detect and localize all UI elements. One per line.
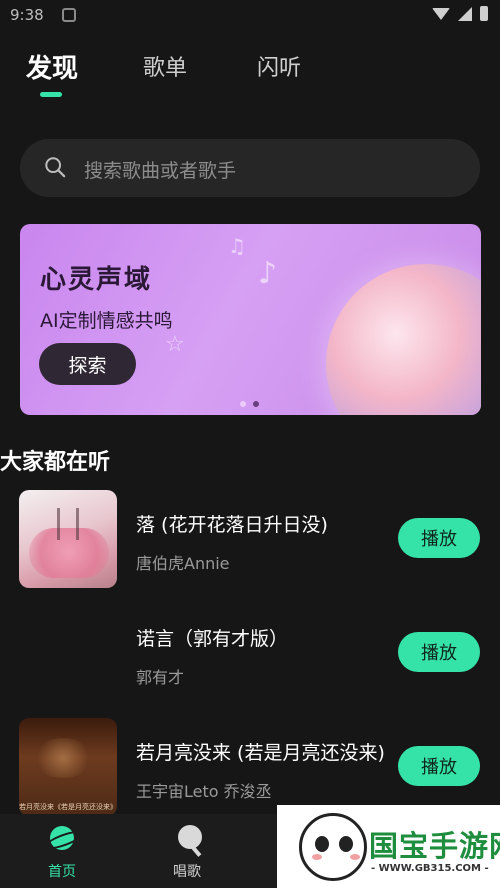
tab-discover[interactable]: 发现 bbox=[26, 48, 78, 85]
play-button[interactable]: 播放 bbox=[398, 746, 480, 786]
music-note-icon: ♫ bbox=[228, 234, 246, 258]
search-input[interactable]: 搜索歌曲或者歌手 bbox=[84, 156, 236, 183]
song-artist: 郭有才 bbox=[136, 668, 185, 687]
nav-label: 首页 bbox=[48, 864, 76, 880]
play-button[interactable]: 播放 bbox=[398, 518, 480, 558]
planet-illustration bbox=[326, 264, 481, 415]
status-bar: 9:38 bbox=[0, 0, 500, 34]
song-row[interactable]: 诺言（郭有才版） 郭有才 播放 bbox=[0, 604, 500, 704]
explore-button[interactable]: 探索 bbox=[39, 343, 136, 385]
music-note-icon: ♪ bbox=[258, 256, 278, 291]
banner-title: 心灵声域 bbox=[40, 265, 153, 295]
song-row[interactable]: 若月亮没来《若是月亮还没来》 若月亮没来 (若是月亮还没来) 王宇宙Leto 乔… bbox=[0, 718, 500, 818]
carousel-dot-active[interactable] bbox=[253, 401, 259, 407]
microphone-icon bbox=[178, 825, 202, 849]
search-bar[interactable]: 搜索歌曲或者歌手 bbox=[20, 139, 480, 197]
song-artist: 唐伯虎Annie bbox=[136, 554, 230, 573]
tab-flash-listen[interactable]: 闪听 bbox=[257, 50, 301, 82]
play-button[interactable]: 播放 bbox=[398, 632, 480, 672]
star-icon: ☆ bbox=[165, 332, 185, 357]
nav-item-sing[interactable]: 唱歌 bbox=[142, 814, 232, 888]
top-tabs: 发现 歌单 闪听 bbox=[0, 48, 500, 108]
notification-icon bbox=[62, 8, 76, 22]
song-cover bbox=[19, 490, 117, 588]
song-title: 诺言（郭有才版） bbox=[136, 628, 289, 650]
watermark: 国宝手游网 - WWW.GB315.COM - bbox=[277, 805, 500, 888]
song-title: 落 (花开花落日升日没) bbox=[136, 514, 328, 536]
search-icon bbox=[45, 157, 66, 178]
panda-logo bbox=[299, 813, 367, 881]
signal-icon bbox=[458, 6, 472, 21]
section-title: 大家都在听 bbox=[0, 450, 111, 475]
song-title: 若月亮没来 (若是月亮还没来) bbox=[136, 742, 385, 764]
song-row[interactable]: 落 (花开花落日升日没) 唐伯虎Annie 播放 bbox=[0, 490, 500, 590]
status-icons bbox=[432, 6, 488, 21]
planet-icon bbox=[50, 826, 74, 850]
nav-item-home[interactable]: 首页 bbox=[17, 814, 107, 888]
watermark-title: 国宝手游网 bbox=[369, 829, 500, 863]
tab-indicator bbox=[40, 92, 62, 97]
nav-label: 唱歌 bbox=[173, 864, 201, 880]
promo-banner[interactable]: ♪ ♫ ☆ 心灵声域 AI定制情感共鸣 探索 bbox=[20, 224, 481, 415]
song-cover: 若月亮没来《若是月亮还没来》 bbox=[19, 718, 117, 816]
banner-subtitle: AI定制情感共鸣 bbox=[40, 310, 173, 332]
tab-playlists[interactable]: 歌单 bbox=[143, 50, 187, 82]
battery-icon bbox=[480, 6, 488, 21]
cover-caption: 若月亮没来《若是月亮还没来》 bbox=[19, 803, 117, 811]
carousel-dot[interactable] bbox=[240, 401, 246, 407]
song-artist: 王宇宙Leto 乔浚丞 bbox=[136, 782, 272, 801]
watermark-url: - WWW.GB315.COM - bbox=[371, 863, 489, 874]
status-time: 9:38 bbox=[10, 6, 44, 24]
wifi-icon bbox=[432, 7, 450, 20]
